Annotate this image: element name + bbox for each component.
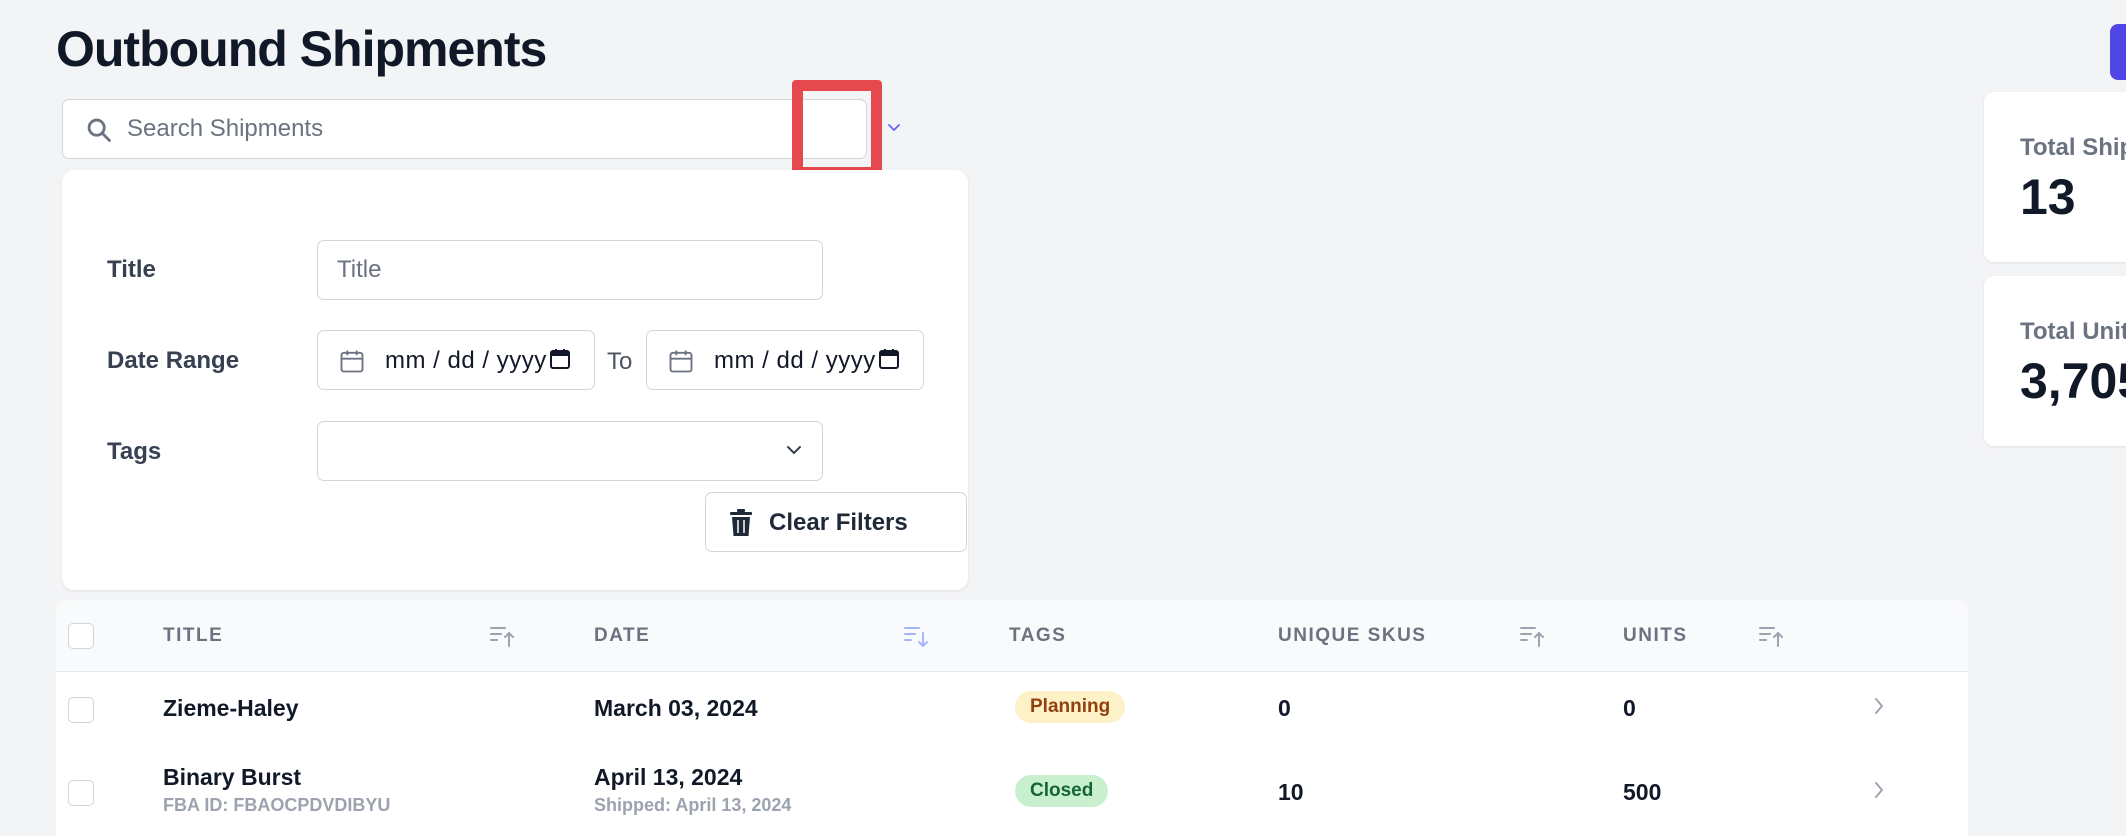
table-row[interactable]: Zieme-Haley March 03, 2024 Planning 0 0 — [56, 673, 1968, 743]
stat-label: Total Units — [2020, 318, 2126, 345]
sort-icon[interactable] — [902, 622, 930, 655]
row-unique-skus: 0 — [1278, 695, 1291, 721]
stat-card-total-units: Total Units 3,705 — [1984, 276, 2126, 446]
trash-icon — [728, 508, 754, 543]
row-unique-skus: 10 — [1278, 779, 1304, 805]
date-range-label: Date Range — [107, 347, 240, 374]
date-to-field[interactable]: mm / dd / yyyy — [646, 330, 924, 390]
stat-card-total-shipments: Total Ship 13 — [1984, 92, 2126, 262]
sort-icon[interactable] — [1518, 622, 1546, 655]
column-header-title[interactable]: TITLE — [163, 625, 223, 647]
chevron-down-icon — [784, 442, 804, 463]
date-to-value: mm / dd / yyyy — [714, 347, 876, 374]
search-input[interactable] — [127, 100, 827, 158]
row-checkbox[interactable] — [68, 697, 94, 723]
calendar-picker-icon[interactable] — [877, 347, 901, 376]
column-header-tags: TAGS — [1009, 625, 1067, 646]
search-bar — [62, 99, 900, 159]
chevron-right-icon[interactable] — [1871, 695, 1887, 722]
column-header-units[interactable]: UNITS — [1623, 625, 1688, 647]
row-title: Zieme-Haley — [163, 695, 299, 721]
page-title: Outbound Shipments — [56, 21, 547, 77]
column-header-unique-skus[interactable]: UNIQUE SKUS — [1278, 625, 1426, 647]
clear-filters-button[interactable]: Clear Filters — [705, 492, 967, 552]
row-units: 0 — [1623, 695, 1636, 721]
tags-select[interactable] — [317, 421, 823, 481]
date-from-field[interactable]: mm / dd / yyyy — [317, 330, 595, 390]
stat-value: 13 — [2020, 169, 2076, 225]
row-checkbox[interactable] — [68, 780, 94, 806]
title-filter-input[interactable] — [317, 240, 823, 300]
select-all-checkbox[interactable] — [68, 623, 94, 649]
shipments-table: TITLE DATE TAGS UNIQUE SKUS UNITS Zieme-… — [56, 600, 1968, 836]
sort-icon[interactable] — [1757, 622, 1785, 655]
calendar-picker-icon[interactable] — [548, 347, 572, 376]
table-row[interactable]: Binary Burst FBA ID: FBAOCPDVDIBYU April… — [56, 743, 1968, 836]
date-to-label: To — [607, 348, 633, 375]
row-fba-id: FBA ID: FBAOCPDVDIBYU — [163, 795, 391, 815]
row-date: April 13, 2024 — [594, 764, 743, 790]
stat-value: 3,705 — [2020, 353, 2126, 409]
column-header-date[interactable]: DATE — [594, 625, 650, 647]
sort-icon[interactable] — [488, 622, 516, 655]
status-badge: Closed — [1015, 775, 1109, 807]
row-units: 500 — [1623, 779, 1662, 805]
clear-filters-label: Clear Filters — [769, 509, 908, 536]
stat-label: Total Ship — [2020, 134, 2126, 161]
calendar-icon — [667, 347, 695, 380]
filter-toggle-button[interactable] — [860, 110, 928, 150]
date-from-value: mm / dd / yyyy — [385, 347, 547, 374]
chevron-down-icon — [885, 121, 903, 139]
row-date: March 03, 2024 — [594, 695, 758, 721]
row-shipped-date: Shipped: April 13, 2024 — [594, 795, 792, 815]
calendar-icon — [338, 347, 366, 380]
table-header: TITLE DATE TAGS UNIQUE SKUS UNITS — [56, 600, 1968, 672]
search-icon — [85, 116, 113, 144]
primary-action-button[interactable] — [2110, 24, 2126, 80]
filter-panel: Title Date Range mm / dd / yyyy To mm / … — [62, 170, 968, 590]
tags-filter-label: Tags — [107, 438, 162, 465]
row-title: Binary Burst — [163, 764, 302, 790]
chevron-right-icon[interactable] — [1871, 779, 1887, 806]
title-filter-label: Title — [107, 256, 156, 283]
status-badge: Planning — [1015, 691, 1126, 723]
